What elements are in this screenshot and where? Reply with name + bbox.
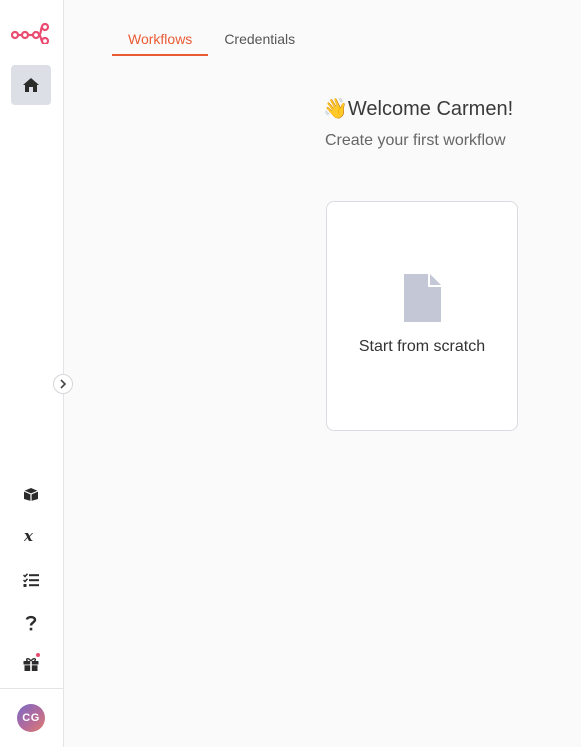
welcome-heading: 👋Welcome Carmen! — [323, 96, 513, 121]
user-initials: CG — [22, 712, 40, 724]
sidebar-item-home[interactable] — [11, 65, 51, 105]
help-icon — [25, 615, 37, 631]
user-avatar[interactable]: CG — [17, 704, 45, 732]
sidebar-item-templates[interactable] — [11, 474, 51, 514]
sidebar-item-executions[interactable] — [11, 560, 51, 600]
variables-icon: x — [23, 528, 34, 544]
svg-text:x: x — [23, 528, 34, 544]
tab-workflows[interactable]: Workflows — [112, 22, 209, 56]
page-subtitle: Create your first workflow — [325, 132, 506, 149]
home-icon — [23, 78, 39, 92]
whats-new-gift-icon — [23, 658, 39, 671]
file-icon — [404, 274, 441, 327]
n8n-logo-icon[interactable] — [10, 22, 51, 46]
sidebar-item-help[interactable] — [11, 603, 51, 643]
welcome-title: Welcome Carmen! — [347, 98, 514, 120]
chevron-right-icon — [60, 379, 67, 389]
sidebar: x CG — [0, 0, 73, 747]
sidebar-item-variables[interactable]: x — [11, 516, 51, 556]
tab-credentials[interactable]: Credentials — [208, 22, 311, 56]
templates-icon — [23, 488, 39, 501]
notification-dot — [35, 652, 41, 658]
main-tabs: Workflows Credentials — [112, 22, 311, 56]
start-from-scratch-card[interactable]: Start from scratch — [326, 201, 518, 431]
executions-icon — [23, 573, 39, 587]
waving-hand-emoji: 👋 — [323, 98, 348, 120]
sidebar-item-whats-new[interactable] — [11, 644, 51, 684]
collapse-sidebar-button[interactable] — [53, 374, 73, 394]
card-label: Start from scratch — [358, 338, 486, 355]
sidebar-divider — [0, 688, 63, 689]
